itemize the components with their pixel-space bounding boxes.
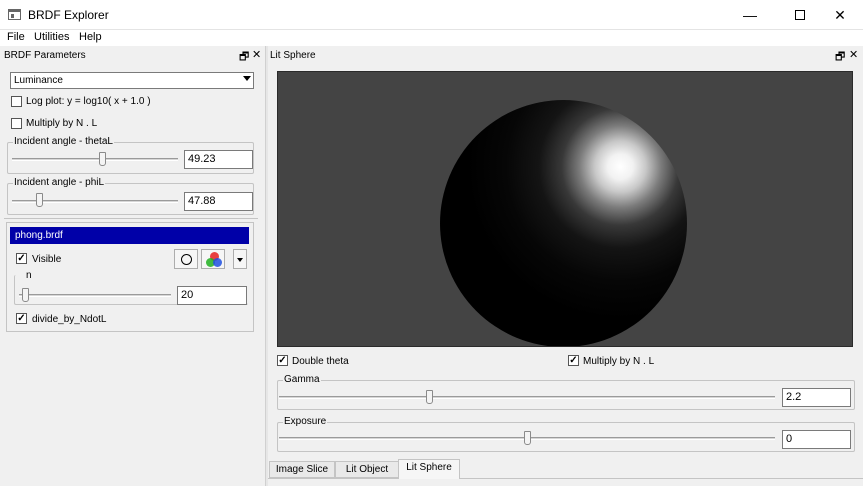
gamma-label: Gamma xyxy=(283,374,321,385)
circle-icon xyxy=(181,254,192,265)
display-mode-select[interactable]: Luminance xyxy=(10,72,254,89)
gamma-group: Gamma xyxy=(277,374,855,410)
log-plot-checkbox[interactable] xyxy=(11,96,22,107)
brdf-shape-button[interactable] xyxy=(174,249,198,269)
phi-value-field[interactable]: 47.88 xyxy=(184,192,253,211)
n-slider[interactable] xyxy=(19,294,171,297)
close-button[interactable]: ✕ xyxy=(817,0,863,30)
title-bar: BRDF Explorer — ✕ xyxy=(0,0,863,30)
menu-utilities[interactable]: Utilities xyxy=(34,31,69,43)
close-icon: ✕ xyxy=(834,7,846,23)
chevron-down-icon xyxy=(243,76,251,81)
float-panel-icon[interactable]: 🗗 xyxy=(239,48,249,67)
display-mode-value: Luminance xyxy=(14,75,63,86)
multiply-ndotl-label: Multiply by N . L xyxy=(26,118,98,129)
minimize-button[interactable]: — xyxy=(727,0,773,30)
exposure-value-field[interactable]: 0 xyxy=(782,430,851,449)
double-theta-label: Double theta xyxy=(292,356,349,367)
close-panel-icon[interactable]: ✕ xyxy=(252,48,261,61)
multiply-ndotl-label: Multiply by N . L xyxy=(583,356,655,367)
brdf-parameters-panel: BRDF Parameters 🗗 ✕ Luminance Log plot: … xyxy=(0,46,266,486)
menu-file[interactable]: File xyxy=(7,31,25,43)
app-icon xyxy=(8,9,21,20)
exposure-label: Exposure xyxy=(283,416,328,427)
panel-title: Lit Sphere xyxy=(270,50,316,61)
n-param-label: n xyxy=(25,270,33,281)
tab-lit-sphere[interactable]: Lit Sphere xyxy=(398,459,460,479)
float-panel-icon[interactable]: 🗗 xyxy=(835,48,845,67)
multiply-ndotl-checkbox[interactable] xyxy=(11,118,22,129)
theta-slider[interactable] xyxy=(12,158,178,161)
theta-group-title: Incident angle - thetaL xyxy=(13,136,114,147)
phi-slider-handle[interactable] xyxy=(35,193,43,207)
theta-slider-handle[interactable] xyxy=(99,152,107,166)
maximize-icon xyxy=(795,10,805,21)
theta-value-field[interactable]: 49.23 xyxy=(184,150,253,169)
double-theta-checkbox[interactable]: ✓ xyxy=(277,355,288,366)
log-plot-label: Log plot: y = log10( x + 1.0 ) xyxy=(26,96,151,107)
n-value-field[interactable]: 20 xyxy=(177,286,247,305)
chevron-down-icon xyxy=(237,258,243,262)
menu-help[interactable]: Help xyxy=(79,31,102,43)
separator xyxy=(4,218,258,219)
divide-by-ndotl-label: divide_by_NdotL xyxy=(32,314,107,325)
color-wheel-icon xyxy=(206,252,222,268)
visible-checkbox[interactable]: ✓ xyxy=(16,253,27,264)
brdf-options-dropdown[interactable] xyxy=(233,249,247,269)
lit-sphere-viewport[interactable] xyxy=(277,71,853,347)
panel-title: BRDF Parameters xyxy=(4,50,86,61)
tab-image-slice[interactable]: Image Slice xyxy=(269,461,335,478)
tab-lit-object[interactable]: Lit Object xyxy=(335,461,399,478)
divide-by-ndotl-checkbox[interactable]: ✓ xyxy=(16,313,27,324)
tab-bar-line xyxy=(268,478,863,479)
close-panel-icon[interactable]: ✕ xyxy=(849,48,858,61)
lit-sphere-panel: Lit Sphere 🗗 ✕ ✓ Double theta ✓ Multiply… xyxy=(268,46,863,486)
n-slider-handle[interactable] xyxy=(21,288,29,302)
view-tabs: Image Slice Lit Object Lit Sphere xyxy=(268,459,863,486)
visible-label: Visible xyxy=(32,254,62,265)
window-title: BRDF Explorer xyxy=(28,8,109,22)
lit-sphere-render xyxy=(440,100,687,346)
gamma-slider[interactable] xyxy=(279,396,775,399)
minimize-icon: — xyxy=(743,7,757,23)
brdf-name-field[interactable]: phong.brdf xyxy=(10,227,249,244)
gamma-slider-handle[interactable] xyxy=(425,390,433,404)
gamma-value-field[interactable]: 2.2 xyxy=(782,388,851,407)
phi-group-title: Incident angle - phiL xyxy=(13,177,106,188)
brdf-color-button[interactable] xyxy=(201,249,225,269)
multiply-ndotl-checkbox[interactable]: ✓ xyxy=(568,355,579,366)
exposure-slider-handle[interactable] xyxy=(523,431,531,445)
menu-bar: File Utilities Help xyxy=(0,30,863,46)
